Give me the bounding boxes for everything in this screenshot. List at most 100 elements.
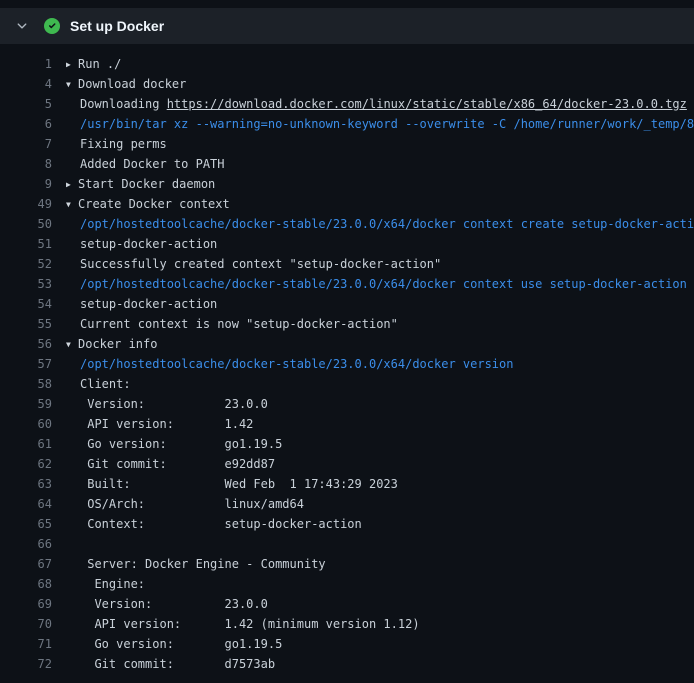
log-line: 65 Context: setup-docker-action [0, 514, 694, 534]
log-text: Server: Docker Engine - Community [80, 557, 326, 571]
line-content: Current context is now "setup-docker-act… [66, 314, 694, 334]
log-line: 5 Downloading https://download.docker.com… [0, 94, 694, 114]
line-number[interactable]: 60 [0, 414, 52, 434]
line-number[interactable]: 51 [0, 234, 52, 254]
group-collapsed-arrow-icon[interactable]: ▶ [66, 175, 78, 194]
line-number[interactable]: 70 [0, 614, 52, 634]
line-content: Go version: go1.19.5 [66, 434, 694, 454]
line-number[interactable]: 6 [0, 114, 52, 134]
log-text: setup-docker-action [80, 237, 217, 251]
log-group-line[interactable]: 1▶Run ./ [0, 54, 694, 74]
line-content: ▼Download docker [66, 74, 694, 94]
line-content: /opt/hostedtoolcache/docker-stable/23.0.… [66, 274, 694, 294]
log-text: Go version: go1.19.5 [80, 437, 282, 451]
log-line: 55 Current context is now "setup-docker-a… [0, 314, 694, 334]
step-header[interactable]: Set up Docker [0, 8, 694, 44]
line-number[interactable]: 68 [0, 574, 52, 594]
log-line: 52Successfully created context "setup-do… [0, 254, 694, 274]
line-content: /opt/hostedtoolcache/docker-stable/23.0.… [66, 214, 694, 234]
line-content: Added Docker to PATH [66, 154, 694, 174]
line-content: API version: 1.42 (minimum version 1.12) [66, 614, 694, 634]
line-number[interactable]: 72 [0, 654, 52, 674]
line-number[interactable]: 57 [0, 354, 52, 374]
line-number[interactable]: 53 [0, 274, 52, 294]
log-text: Current context is now "setup-docker-act… [80, 317, 398, 331]
line-number[interactable]: 54 [0, 294, 52, 314]
line-number[interactable]: 8 [0, 154, 52, 174]
line-number[interactable]: 55 [0, 314, 52, 334]
log-text: API version: 1.42 [80, 417, 253, 431]
line-number[interactable]: 58 [0, 374, 52, 394]
log-group-line[interactable]: 56 ▼Docker info [0, 334, 694, 354]
log-text: OS/Arch: linux/amd64 [80, 497, 304, 511]
check-circle-icon [44, 18, 60, 34]
line-number[interactable]: 9 [0, 174, 52, 194]
log-text: Git commit: d7573ab [80, 657, 275, 671]
group-expanded-arrow-icon[interactable]: ▼ [66, 335, 78, 354]
log-line: 58 Client: [0, 374, 694, 394]
line-number[interactable]: 64 [0, 494, 52, 514]
log-line: 64 OS/Arch: linux/amd64 [0, 494, 694, 514]
log-line: 62 Git commit: e92dd87 [0, 454, 694, 474]
line-number[interactable]: 66 [0, 534, 52, 554]
log-text: Context: setup-docker-action [80, 517, 362, 531]
line-number[interactable]: 1 [0, 54, 52, 74]
line-content: Version: 23.0.0 [66, 394, 694, 414]
actions-log-page: Set up Docker 1▶Run ./4▼Download docker5… [0, 0, 694, 683]
line-number[interactable]: 4 [0, 74, 52, 94]
log-line: 61 Go version: go1.19.5 [0, 434, 694, 454]
log-text: Built: Wed Feb 1 17:43:29 2023 [80, 477, 398, 491]
log-area: 1▶Run ./4▼Download docker5Downloading ht… [0, 44, 694, 674]
log-text: Added Docker to PATH [80, 157, 225, 171]
line-content: Context: setup-docker-action [66, 514, 694, 534]
log-command-text: /usr/bin/tar xz --warning=no-unknown-key… [80, 117, 694, 131]
log-group-line[interactable]: 9 ▶Start Docker daemon [0, 174, 694, 194]
log-text: API version: 1.42 (minimum version 1.12) [80, 617, 420, 631]
log-text: Download docker [78, 77, 186, 91]
log-line: 51 setup-docker-action [0, 234, 694, 254]
line-number[interactable]: 71 [0, 634, 52, 654]
log-line: 7 Fixing perms [0, 134, 694, 154]
log-group-line[interactable]: 49▼Create Docker context [0, 194, 694, 214]
log-line: 68 Engine: [0, 574, 694, 594]
line-number[interactable]: 7 [0, 134, 52, 154]
line-number[interactable]: 5 [0, 94, 52, 114]
log-text: Go version: go1.19.5 [80, 637, 282, 651]
line-content: OS/Arch: linux/amd64 [66, 494, 694, 514]
line-number[interactable]: 52 [0, 254, 52, 274]
line-number[interactable]: 63 [0, 474, 52, 494]
line-content: Go version: go1.19.5 [66, 634, 694, 654]
line-content: ▼Docker info [66, 334, 694, 354]
log-line: 53/opt/hostedtoolcache/docker-stable/23.… [0, 274, 694, 294]
line-number[interactable]: 50 [0, 214, 52, 234]
line-content: /usr/bin/tar xz --warning=no-unknown-key… [66, 114, 694, 134]
log-line: 6/usr/bin/tar xz --warning=no-unknown-ke… [0, 114, 694, 134]
log-text: Docker info [78, 337, 157, 351]
line-number[interactable]: 56 [0, 334, 52, 354]
group-expanded-arrow-icon[interactable]: ▼ [66, 195, 78, 214]
log-text: Engine: [80, 577, 145, 591]
log-text: Downloading [80, 97, 167, 111]
chevron-down-icon[interactable] [16, 20, 28, 32]
line-number[interactable]: 62 [0, 454, 52, 474]
line-content [66, 534, 694, 554]
line-content: Client: [66, 374, 694, 394]
line-number[interactable]: 61 [0, 434, 52, 454]
line-number[interactable]: 67 [0, 554, 52, 574]
log-line: 59 Version: 23.0.0 [0, 394, 694, 414]
log-text: Start Docker daemon [78, 177, 215, 191]
line-content: ▶Start Docker daemon [66, 174, 694, 194]
group-expanded-arrow-icon[interactable]: ▼ [66, 75, 78, 94]
line-number[interactable]: 59 [0, 394, 52, 414]
log-group-line[interactable]: 4 ▼Download docker [0, 74, 694, 94]
log-link[interactable]: https://download.docker.com/linux/static… [167, 97, 687, 111]
group-collapsed-arrow-icon[interactable]: ▶ [66, 55, 78, 74]
line-number[interactable]: 65 [0, 514, 52, 534]
log-line: 54setup-docker-action [0, 294, 694, 314]
step-title: Set up Docker [70, 18, 164, 34]
log-line: 67 Server: Docker Engine - Community [0, 554, 694, 574]
line-number[interactable]: 49 [0, 194, 52, 214]
line-number[interactable]: 69 [0, 594, 52, 614]
line-content: Fixing perms [66, 134, 694, 154]
log-text: Client: [80, 377, 131, 391]
